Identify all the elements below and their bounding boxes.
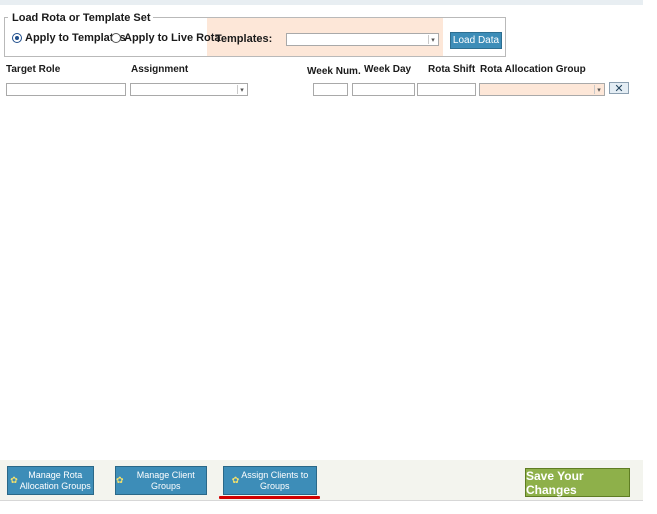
save-changes-button[interactable]: Save Your Changes <box>525 468 630 497</box>
assignment-select[interactable]: ▾ <box>130 83 248 96</box>
chevron-down-icon[interactable]: ▾ <box>428 35 437 44</box>
header-target-role: Target Role <box>6 64 61 75</box>
load-section-legend: Load Rota or Template Set <box>10 12 153 24</box>
radio-apply-live[interactable]: Apply to Live Rota <box>111 32 221 44</box>
top-bar <box>0 0 643 5</box>
active-underline <box>219 496 320 499</box>
rota-shift-input[interactable] <box>417 83 476 96</box>
group-icon: ✿ <box>116 475 124 485</box>
header-rota-shift: Rota Shift <box>428 64 476 75</box>
templates-label: Templates: <box>215 33 273 45</box>
button-label: Groups <box>260 480 290 491</box>
target-role-input[interactable] <box>6 83 126 96</box>
radio-label: Apply to Live Rota <box>124 32 221 44</box>
rota-allocation-group-select[interactable]: ▾ <box>479 83 605 96</box>
chevron-down-icon[interactable]: ▾ <box>594 85 603 94</box>
manage-client-groups-button[interactable]: ✿ Manage Client Groups <box>115 466 207 495</box>
assign-clients-to-groups-button[interactable]: ✿ Assign Clients to Groups <box>223 466 317 495</box>
manage-rota-allocation-groups-button[interactable]: ✿ Manage Rota Allocation Groups <box>7 466 94 495</box>
bottom-strip <box>0 500 643 514</box>
header-rota-allocation-group: Rota Allocation Group <box>480 64 586 75</box>
fieldset-border <box>4 17 8 18</box>
header-assignment: Assignment <box>131 64 189 75</box>
button-label: Manage Rota <box>28 469 83 480</box>
week-day-input[interactable] <box>352 83 415 96</box>
week-num-input[interactable] <box>313 83 348 96</box>
group-icon: ✿ <box>10 475 18 485</box>
templates-select[interactable]: ▾ <box>286 33 439 46</box>
button-label: Manage Client Groups <box>136 469 195 491</box>
button-label: Allocation Groups <box>19 480 91 491</box>
header-week-num: Week Num. <box>307 66 361 77</box>
radio-apply-templates[interactable]: Apply to Templates <box>12 32 126 44</box>
group-icon: ✿ <box>231 475 240 485</box>
radio-unselected-icon[interactable] <box>111 33 121 43</box>
chevron-down-icon[interactable]: ▾ <box>237 85 246 94</box>
header-week-day: Week Day <box>364 64 412 75</box>
button-label: Assign Clients to <box>241 469 309 480</box>
remove-row-button[interactable]: ✕ <box>609 82 629 95</box>
load-data-button[interactable]: Load Data <box>450 32 502 49</box>
radio-selected-icon[interactable] <box>12 33 22 43</box>
